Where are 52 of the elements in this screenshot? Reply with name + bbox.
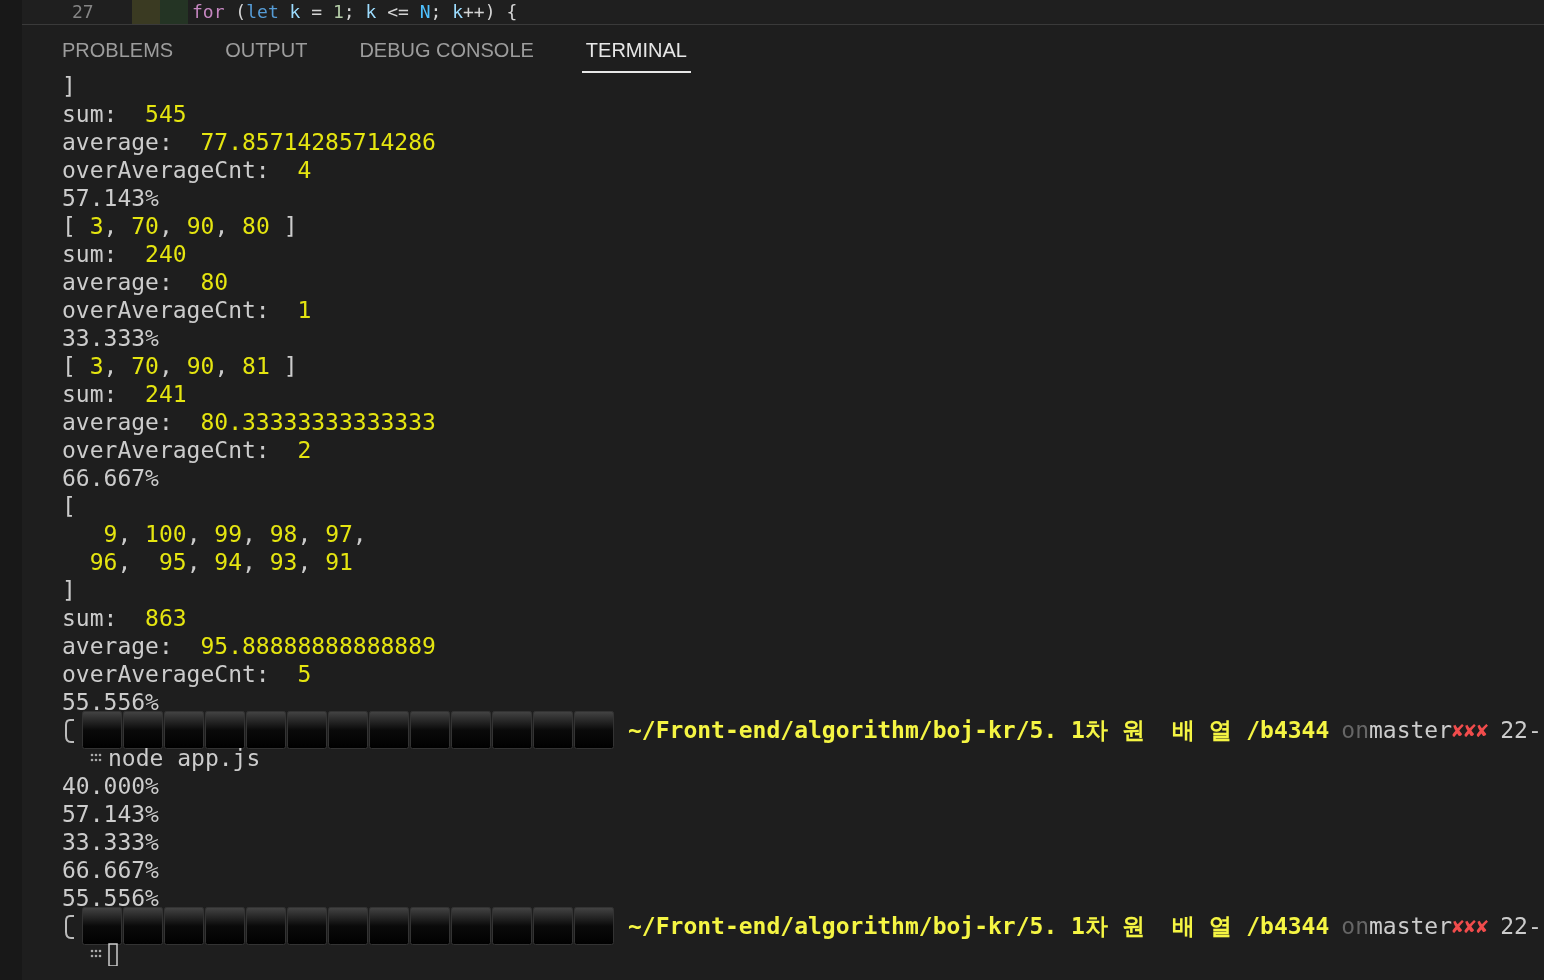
terminal-line: 9, 100, 99, 98, 97, (102, 520, 368, 548)
terminal-line: average: 80.33333333333333 (62, 408, 437, 436)
panel-tab[interactable]: OUTPUT (221, 37, 312, 73)
terminal-line: average: 95.88888888888889 (62, 632, 437, 660)
terminal-line: overAverageCnt: 2 (62, 436, 313, 464)
code-line: for (let k = 1; k <= N; k++) { (192, 1, 518, 23)
terminal-line: [ 3, 70, 90, 81 ] (62, 352, 299, 380)
terminal-line: 57.143% (62, 800, 160, 828)
panel-tab[interactable]: TERMINAL (581, 37, 691, 73)
terminal-line: [ 3, 70, 90, 80 ] (62, 212, 299, 240)
terminal-line: overAverageCnt: 4 (62, 156, 313, 184)
terminal-line: 66.667% (62, 856, 160, 884)
terminal-line: sum: 545 (62, 100, 188, 128)
panel-tab[interactable]: PROBLEMS (58, 37, 178, 73)
terminal-line: 40.000% (62, 772, 160, 800)
directory-path: ~/Front-end/algorithm/boj-kr/5. 1차 원 배 열 /b4344 (628, 716, 1330, 744)
terminal-line: overAverageCnt: 1 (62, 296, 313, 324)
directory-path: ~/Front-end/algorithm/boj-kr/5. 1차 원 배 열 /b4344 (628, 912, 1330, 940)
prompt-time: 22- (1500, 716, 1542, 744)
git-status: ✘✘✘ (1452, 717, 1489, 744)
prompt-text: on (1341, 716, 1369, 744)
prompt-bracket-icon (62, 912, 76, 940)
terminal-line: sum: 241 (62, 380, 188, 408)
terminal-line: 33.333% (62, 324, 160, 352)
prompt-text: on (1341, 912, 1369, 940)
terminal-line: 96, 95, 94, 93, 91 (88, 548, 354, 576)
terminal-line: ] (62, 72, 77, 100)
terminal-line: [ (62, 492, 77, 520)
git-branch: master (1369, 912, 1453, 940)
terminal-line: sum: 863 (62, 604, 188, 632)
terminal-line: overAverageCnt: 5 (62, 660, 313, 688)
panel-tab[interactable]: DEBUG CONSOLE (355, 37, 538, 73)
dots-icon (90, 949, 102, 959)
git-branch: master (1369, 716, 1453, 744)
terminal-line: average: 80 (62, 268, 230, 296)
terminal-line: 33.333% (62, 828, 160, 856)
line-number: 27 (72, 1, 95, 23)
terminal-line: sum: 240 (62, 240, 188, 268)
gutter-marker (160, 0, 188, 24)
dots-icon (90, 753, 102, 763)
terminal-line: 57.143% (62, 184, 160, 212)
terminal-line: ] (62, 576, 77, 604)
terminal-line: 55.556% (62, 884, 160, 912)
terminal-line: 55.556% (62, 688, 160, 716)
cursor-icon (108, 942, 118, 966)
terminal-line: 66.667% (62, 464, 160, 492)
prompt-bracket-icon (62, 716, 76, 744)
prompt-time: 22- (1500, 912, 1542, 940)
git-status: ✘✘✘ (1452, 913, 1489, 940)
command-text: node app.js (108, 744, 261, 772)
gutter-marker (132, 0, 160, 24)
terminal-line: average: 77.85714285714286 (62, 128, 437, 156)
